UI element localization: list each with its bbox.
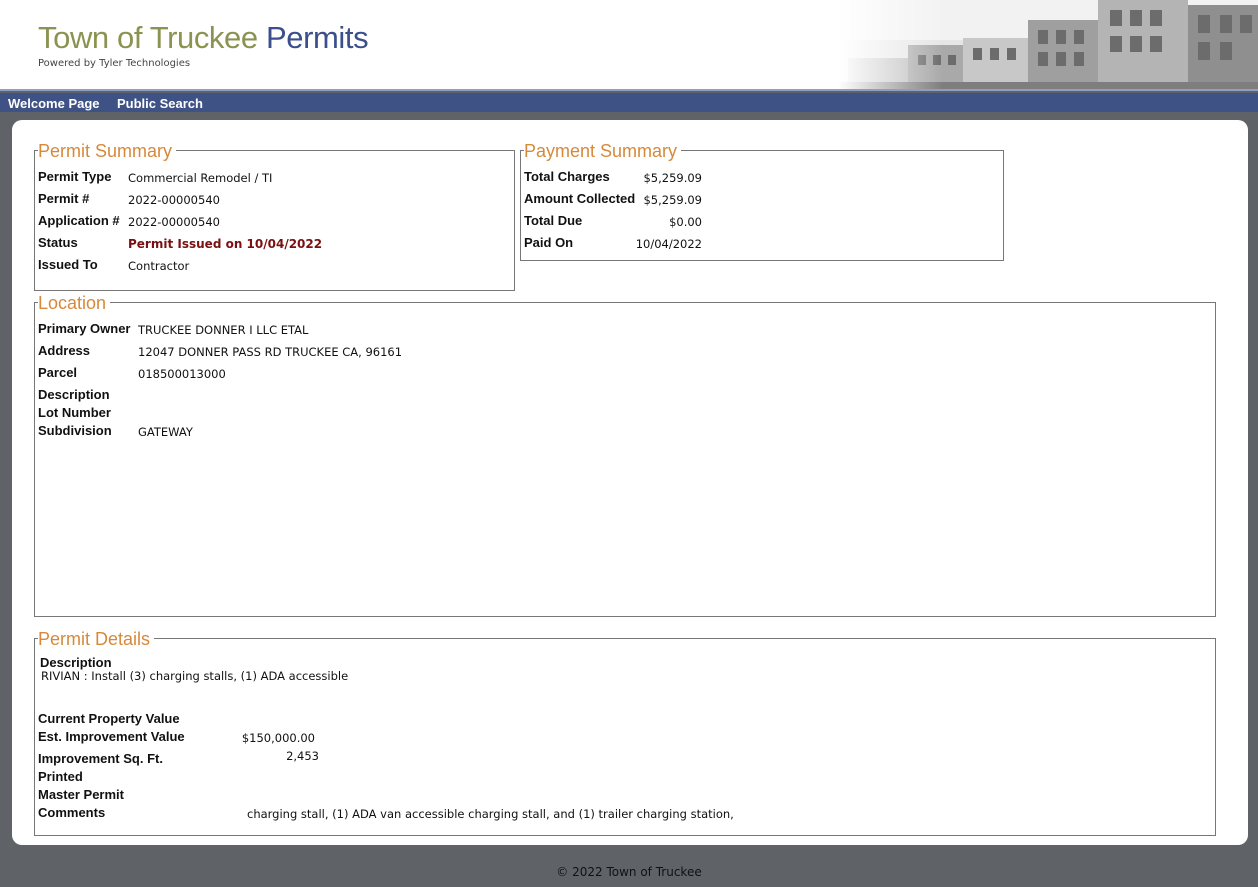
primary-owner-label: Primary Owner bbox=[38, 321, 131, 336]
subdivision-label: Subdivision bbox=[38, 423, 112, 438]
main-nav: Welcome Page Public Search bbox=[0, 93, 1258, 112]
site-title[interactable]: Town of Truckee Permits bbox=[38, 20, 369, 56]
status-value: Permit Issued on 10/04/2022 bbox=[128, 237, 323, 251]
permit-type-value: Commercial Remodel / TI bbox=[128, 171, 273, 185]
application-number-value: 2022-00000540 bbox=[128, 215, 220, 229]
parcel-label: Parcel bbox=[38, 365, 78, 380]
site-title-town: Town of Truckee bbox=[38, 20, 258, 55]
printed-label: Printed bbox=[38, 769, 83, 784]
total-charges-label: Total Charges bbox=[524, 169, 610, 184]
primary-owner-value: TRUCKEE DONNER I LLC ETAL bbox=[138, 323, 309, 337]
description-label: Description bbox=[38, 387, 110, 402]
details-description-value: RIVIAN : Install (3) charging stalls, (1… bbox=[41, 669, 349, 683]
permit-details-legend: Permit Details bbox=[38, 629, 155, 649]
master-permit-label: Master Permit bbox=[38, 787, 124, 802]
total-charges-value: $5,259.09 bbox=[643, 171, 702, 185]
comments-value: charging stall, (1) ADA van accessible c… bbox=[247, 807, 734, 821]
subdivision-value: GATEWAY bbox=[138, 425, 193, 439]
parcel-value: 018500013000 bbox=[138, 367, 226, 381]
permit-number-label: Permit # bbox=[38, 191, 90, 206]
est-improvement-value-label: Est. Improvement Value bbox=[38, 729, 185, 744]
town-street-photo bbox=[838, 0, 1258, 89]
issued-to-value: Contractor bbox=[128, 259, 190, 273]
paid-on-label: Paid On bbox=[524, 235, 574, 250]
details-description-label: Description bbox=[40, 655, 112, 670]
permit-details-panel: Permit Details Description RIVIAN : Inst… bbox=[34, 629, 1216, 836]
site-header: Town of Truckee Permits Powered by Tyler… bbox=[0, 0, 1258, 91]
issued-to-label: Issued To bbox=[38, 257, 98, 272]
payment-summary-panel: Payment Summary Total Charges $5,259.09 … bbox=[520, 141, 1004, 261]
location-panel: Location Primary Owner TRUCKEE DONNER I … bbox=[34, 293, 1216, 617]
payment-summary-legend: Payment Summary bbox=[524, 141, 682, 161]
nav-welcome-page[interactable]: Welcome Page bbox=[8, 96, 100, 111]
total-due-label: Total Due bbox=[524, 213, 583, 228]
nav-public-search[interactable]: Public Search bbox=[117, 96, 203, 111]
site-title-permits: Permits bbox=[265, 20, 369, 55]
divider bbox=[35, 638, 1215, 639]
permit-type-label: Permit Type bbox=[38, 169, 112, 184]
divider bbox=[35, 302, 1215, 303]
amount-collected-value: $5,259.09 bbox=[643, 193, 702, 207]
est-improvement-value: $150,000.00 bbox=[241, 731, 315, 745]
current-property-value-label: Current Property Value bbox=[38, 711, 180, 726]
lot-number-label: Lot Number bbox=[38, 405, 111, 420]
content-panel: Permit Summary Permit Type Commercial Re… bbox=[12, 120, 1248, 845]
address-value: 12047 DONNER PASS RD TRUCKEE CA, 96161 bbox=[138, 345, 403, 359]
permit-summary-panel: Permit Summary Permit Type Commercial Re… bbox=[34, 141, 515, 291]
total-due-value: $0.00 bbox=[669, 215, 702, 229]
permit-summary-legend: Permit Summary bbox=[38, 141, 177, 161]
comments-label: Comments bbox=[38, 805, 106, 820]
improvement-sqft-value: 2,453 bbox=[286, 749, 319, 763]
status-label: Status bbox=[38, 235, 78, 250]
powered-by-text: Powered by Tyler Technologies bbox=[38, 58, 191, 69]
application-number-label: Application # bbox=[38, 213, 120, 228]
footer-copyright: © 2022 Town of Truckee bbox=[556, 865, 702, 879]
amount-collected-label: Amount Collected bbox=[524, 191, 636, 206]
location-legend: Location bbox=[38, 293, 111, 313]
permit-number-value: 2022-00000540 bbox=[128, 193, 220, 207]
improvement-sqft-label: Improvement Sq. Ft. bbox=[38, 751, 163, 766]
paid-on-value: 10/04/2022 bbox=[635, 237, 702, 251]
address-label: Address bbox=[38, 343, 91, 358]
